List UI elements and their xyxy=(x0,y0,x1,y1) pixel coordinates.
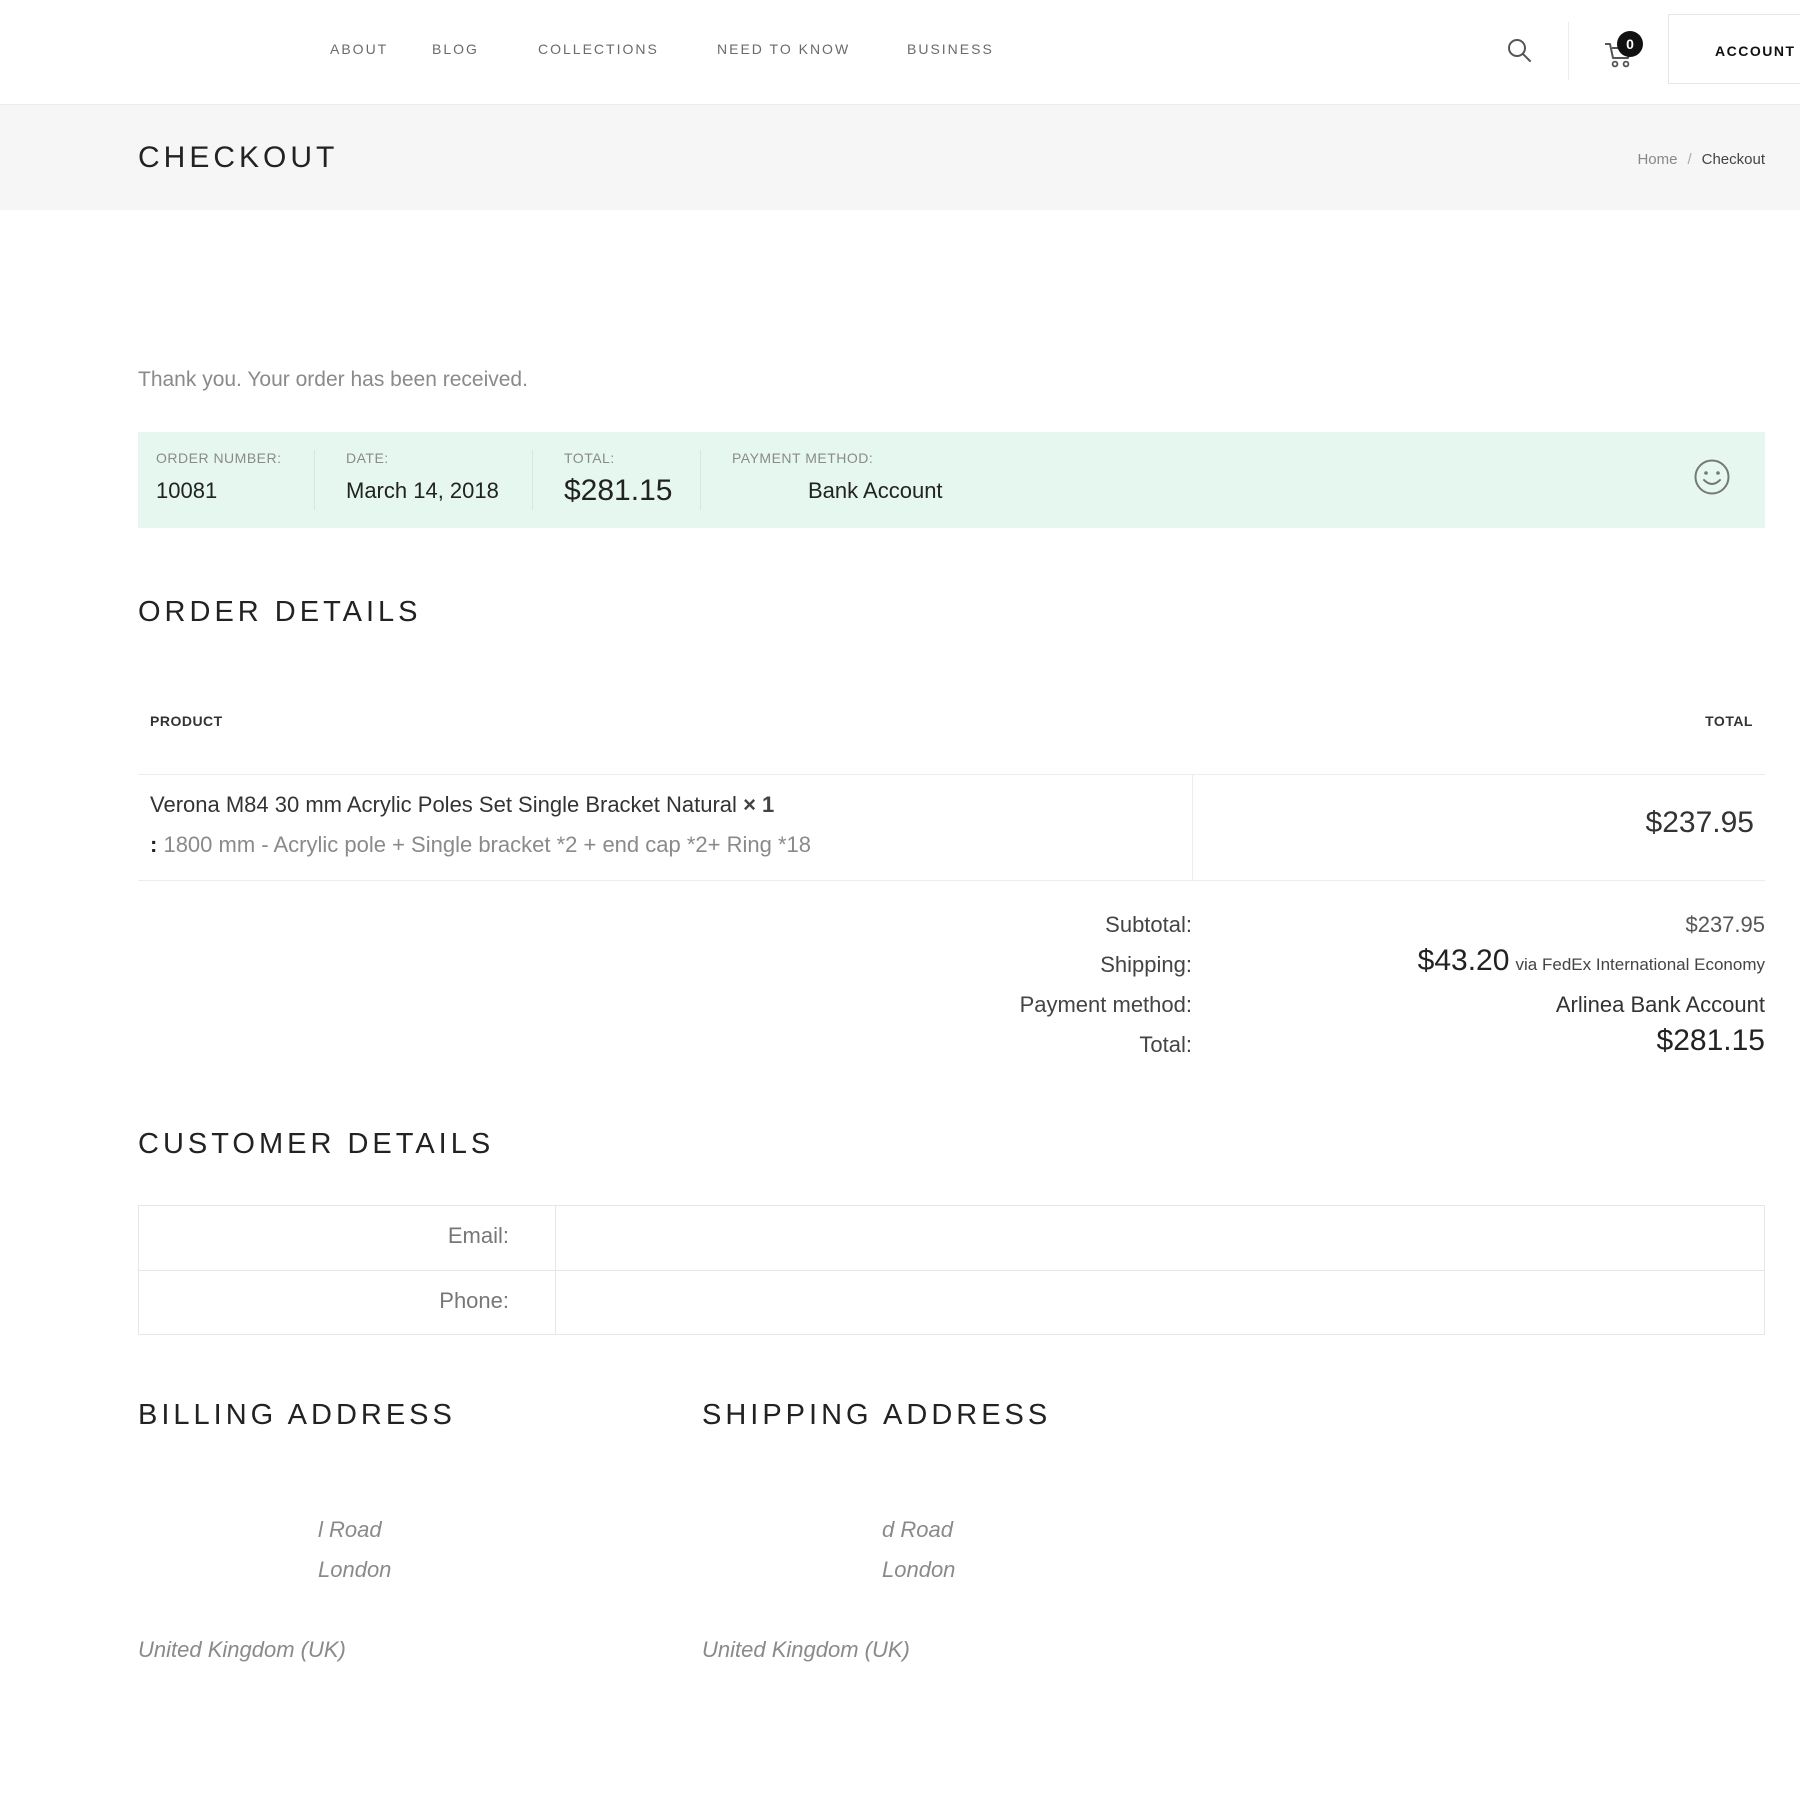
smile-icon xyxy=(1694,459,1730,495)
product-variation-colon: : xyxy=(150,832,158,857)
overview-total-label: TOTAL: xyxy=(564,450,615,466)
order-details-title: ORDER DETAILS xyxy=(138,596,422,628)
shipping-address-street: d Road xyxy=(882,1517,953,1542)
shipping-price: $43.20 xyxy=(1417,944,1510,977)
table-column-divider xyxy=(1192,775,1193,880)
nav-blog[interactable]: BLOG xyxy=(432,41,479,57)
order-total-label: Total: xyxy=(1139,1032,1192,1057)
shipping-value: $43.20 via FedEx International Economy xyxy=(1418,944,1765,978)
billing-address-title: BILLING ADDRESS xyxy=(138,1399,456,1431)
product-link[interactable]: Verona M84 30 mm Acrylic Poles Set Singl… xyxy=(150,792,737,817)
table-column-divider xyxy=(555,1206,556,1270)
overview-order-number-label: ORDER NUMBER: xyxy=(156,450,282,466)
overview-total: TOTAL: $281.15 xyxy=(564,450,672,510)
subtotal-label: Subtotal: xyxy=(1105,912,1192,937)
overview-date: DATE: March 14, 2018 xyxy=(346,450,499,510)
order-total-value: $281.15 xyxy=(1656,1024,1765,1057)
overview-date-label: DATE: xyxy=(346,450,389,466)
overview-total-value: $281.15 xyxy=(564,474,673,507)
nav-collections[interactable]: COLLECTIONS xyxy=(538,41,659,57)
search-icon xyxy=(1508,39,1531,62)
billing-address-street: l Road xyxy=(318,1517,382,1542)
table-divider xyxy=(138,880,1765,881)
overview-payment: PAYMENT METHOD: Bank Account xyxy=(732,450,943,510)
header-divider xyxy=(1568,22,1569,80)
customer-phone-row: Phone: xyxy=(139,1270,1764,1335)
overview-divider xyxy=(314,450,315,510)
shipping-label: Shipping: xyxy=(1100,952,1192,977)
product-name: Verona M84 30 mm Acrylic Poles Set Singl… xyxy=(150,792,774,818)
page-title-band: CHECKOUT Home / Checkout xyxy=(0,105,1800,210)
shipping-address-country: United Kingdom (UK) xyxy=(702,1637,910,1662)
customer-details-table: Email: Phone: xyxy=(138,1205,1765,1335)
shipping-address-city: London xyxy=(882,1557,956,1582)
billing-address-city: London xyxy=(318,1557,392,1582)
breadcrumb: Home / Checkout xyxy=(1637,151,1765,168)
breadcrumb-home-link[interactable]: Home xyxy=(1637,151,1677,168)
order-overview: ORDER NUMBER: 10081 DATE: March 14, 2018… xyxy=(138,432,1765,528)
customer-email-row: Email: xyxy=(139,1206,1764,1270)
shipping-address-title: SHIPPING ADDRESS xyxy=(702,1399,1052,1431)
overview-order-number-value: 10081 xyxy=(156,478,218,503)
payment-method-value: Arlinea Bank Account xyxy=(1555,992,1765,1017)
account-button[interactable]: ACCOUNT I xyxy=(1668,14,1800,84)
nav-need-to-know[interactable]: NEED TO KNOW xyxy=(717,41,850,57)
product-quantity: × 1 xyxy=(743,792,775,817)
order-received-message: Thank you. Your order has been received. xyxy=(138,368,528,391)
overview-order-number: ORDER NUMBER: 10081 xyxy=(156,450,282,510)
customer-phone-label: Phone: xyxy=(439,1288,509,1313)
overview-divider xyxy=(700,450,701,510)
column-header-product: PRODUCT xyxy=(150,713,223,729)
cart-count-badge: 0 xyxy=(1617,31,1643,57)
subtotal-value: $237.95 xyxy=(1685,912,1765,937)
overview-date-value: March 14, 2018 xyxy=(346,478,499,503)
page-title: CHECKOUT xyxy=(138,141,339,174)
customer-email-label: Email: xyxy=(447,1223,509,1248)
nav-business[interactable]: BUSINESS xyxy=(907,41,994,57)
overview-divider xyxy=(532,450,533,510)
breadcrumb-current: Checkout xyxy=(1701,151,1765,168)
nav-about[interactable]: ABOUT xyxy=(330,41,388,57)
product-variation: : 1800 mm - Acrylic pole + Single bracke… xyxy=(150,832,811,858)
payment-method-label: Payment method: xyxy=(1019,992,1192,1017)
search-button[interactable] xyxy=(1505,36,1533,64)
column-header-total: TOTAL xyxy=(1705,713,1753,729)
breadcrumb-separator: / xyxy=(1687,151,1692,168)
product-variation-text: 1800 mm - Acrylic pole + Single bracket … xyxy=(163,832,811,857)
product-line-total: $237.95 xyxy=(1645,806,1754,839)
site-header: ABOUT BLOG COLLECTIONS NEED TO KNOW BUSI… xyxy=(0,0,1800,105)
overview-payment-label: PAYMENT METHOD: xyxy=(732,450,874,466)
table-column-divider xyxy=(555,1271,556,1335)
customer-details-title: CUSTOMER DETAILS xyxy=(138,1128,495,1160)
overview-payment-value: Bank Account xyxy=(808,478,943,503)
billing-address-country: United Kingdom (UK) xyxy=(138,1637,346,1662)
shipping-method: via FedEx International Economy xyxy=(1515,955,1765,974)
table-divider xyxy=(138,774,1765,775)
